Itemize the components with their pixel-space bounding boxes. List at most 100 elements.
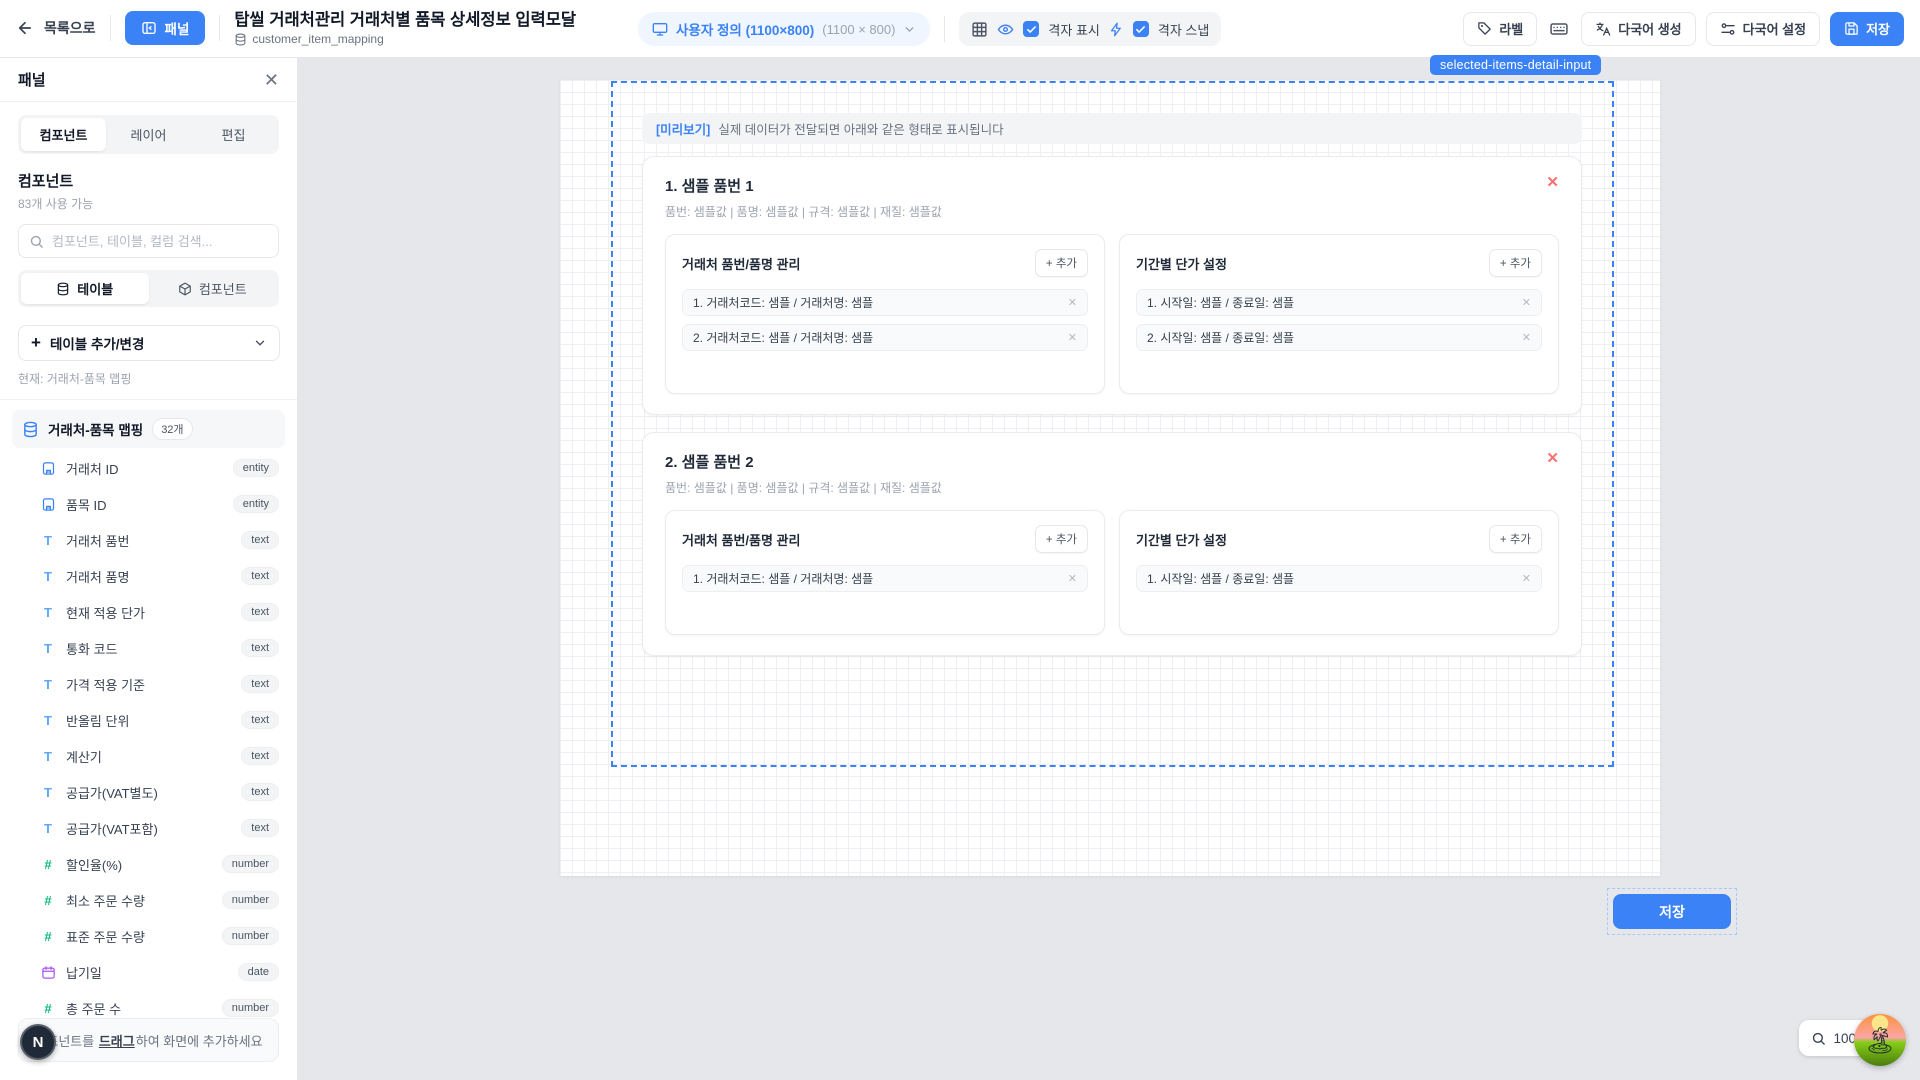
modal-save-button[interactable]: 저장 [1613,894,1731,929]
add-row-button[interactable]: + 추가 [1035,249,1088,277]
grid-show-label: 격자 표시 [1048,20,1099,39]
sub-panel-header: 기간별 단가 설정 + 추가 [1136,525,1542,553]
field-row[interactable]: # 할인율(%) number [0,846,297,882]
design-canvas[interactable]: [미리보기] 실제 데이터가 전달되면 아래와 같은 형태로 표시됩니다 1. … [560,80,1660,876]
sample-row-text: 2. 거래처코드: 샘플 / 거래처명: 샘플 [693,329,873,346]
save-toolbar-button[interactable]: 저장 [1830,12,1904,46]
preview-badge: [미리보기] [656,119,710,138]
card-panels: 거래처 품번/품명 관리 + 추가 1. 거래처코드: 샘플 / 거래처명: 샘… [665,510,1559,635]
label-button[interactable]: 라벨 [1463,12,1537,46]
panel-title: 패널 [18,69,46,90]
sample-item-card: 1. 샘플 품번 1 ✕ 품번: 샘플값 | 품명: 샘플값 | 규격: 샘플값… [642,156,1582,415]
text-field-icon: T [40,605,56,620]
field-row[interactable]: 납기일 date [0,954,297,990]
sub-panel-header: 거래처 품번/품명 관리 + 추가 [682,525,1088,553]
remove-row-icon[interactable]: ✕ [1522,331,1531,344]
field-row[interactable]: # 최소 주문 수량 number [0,882,297,918]
field-row[interactable]: T 공급가(VAT포함) text [0,810,297,846]
remove-row-icon[interactable]: ✕ [1522,572,1531,585]
field-row[interactable]: T 현재 적용 단가 text [0,594,297,630]
component-search[interactable] [18,224,279,258]
field-type-badge: number [222,855,279,873]
settings-sliders-icon [1720,21,1736,37]
eye-icon[interactable] [997,21,1014,38]
add-row-button[interactable]: + 추가 [1035,525,1088,553]
source-tab-tables[interactable]: 테이블 [21,273,149,304]
back-button[interactable]: 목록으로 [16,18,96,38]
viewport-select[interactable]: 사용자 정의 (1100×800) (1100 × 800) [638,12,930,46]
field-row[interactable]: T 계산기 text [0,738,297,774]
table-count-badge: 32개 [152,418,192,440]
field-row[interactable]: T 통화 코드 text [0,630,297,666]
field-type-badge: date [238,963,279,981]
add-table-button[interactable]: + 테이블 추가/변경 [18,325,280,361]
source-tab-components[interactable]: 컴포넌트 [149,273,277,304]
save-toolbar-label: 저장 [1866,19,1890,38]
keyboard-shortcuts-button[interactable] [1547,17,1571,41]
sub-panel: 거래처 품번/품명 관리 + 추가 1. 거래처코드: 샘플 / 거래처명: 샘… [665,510,1105,635]
grid-show-checkbox[interactable] [1023,21,1039,37]
field-row[interactable]: T 거래처 품명 text [0,558,297,594]
sub-panel-title: 기간별 단가 설정 [1136,530,1227,549]
field-type-badge: entity [233,495,279,513]
table-group-header[interactable]: 거래처-품목 맵핑 32개 [12,410,285,448]
drag-hint-text: 컴포넌트를 드래그하여 화면에 추가하세요 [34,1031,262,1050]
selection-outline[interactable]: [미리보기] 실제 데이터가 전달되면 아래와 같은 형태로 표시됩니다 1. … [611,81,1614,767]
text-field-icon: T [40,749,56,764]
close-icon[interactable]: ✕ [264,71,279,89]
remove-row-icon[interactable]: ✕ [1522,296,1531,309]
tab-layers[interactable]: 레이어 [106,118,191,151]
field-type-badge: text [241,567,279,585]
remove-item-icon[interactable]: ✕ [1546,451,1559,466]
field-label: 총 주문 수 [66,999,121,1018]
i18n-generate-button[interactable]: 다국어 생성 [1581,12,1695,46]
save-icon [1844,21,1859,36]
remove-row-icon[interactable]: ✕ [1068,331,1077,344]
remove-item-icon[interactable]: ✕ [1546,175,1559,190]
text-field-icon: T [40,713,56,728]
sample-row: 1. 거래처코드: 샘플 / 거래처명: 샘플 ✕ [682,289,1088,316]
remove-row-icon[interactable]: ✕ [1068,296,1077,309]
card-title: 2. 샘플 품번 2 [665,451,754,472]
field-label: 계산기 [66,747,102,766]
field-row[interactable]: 거래처 ID entity [0,450,297,486]
source-tab-tables-label: 테이블 [77,279,113,298]
field-row[interactable]: T 거래처 품번 text [0,522,297,558]
sample-row: 1. 시작일: 샘플 / 종료일: 샘플 ✕ [1136,565,1542,592]
field-row[interactable]: # 표준 주문 수량 number [0,918,297,954]
i18n-settings-button[interactable]: 다국어 설정 [1706,12,1820,46]
field-label: 표준 주문 수량 [66,927,145,946]
text-field-icon: T [40,641,56,656]
grid-snap-checkbox[interactable] [1133,21,1149,37]
table-source-name: customer_item_mapping [252,32,383,46]
preview-notice: [미리보기] 실제 데이터가 전달되면 아래와 같은 형태로 표시됩니다 [642,113,1582,144]
panel-header: 패널 ✕ [0,58,297,102]
field-row[interactable]: T 공급가(VAT별도) text [0,774,297,810]
field-row[interactable]: T 가격 적용 기준 text [0,666,297,702]
remove-row-icon[interactable]: ✕ [1068,572,1077,585]
field-row[interactable]: 품목 ID entity [0,486,297,522]
field-type-badge: text [241,819,279,837]
sub-panel: 기간별 단가 설정 + 추가 1. 시작일: 샘플 / 종료일: 샘플 ✕ [1119,510,1559,635]
field-row[interactable]: T 반올림 단위 text [0,702,297,738]
field-label: 공급가(VAT포함) [66,819,158,838]
field-label: 통화 코드 [66,639,117,658]
search-input[interactable] [52,234,268,249]
page-subtitle: customer_item_mapping [234,32,576,46]
add-row-button[interactable]: + 추가 [1489,525,1542,553]
sample-item-cards: 1. 샘플 품번 1 ✕ 품번: 샘플값 | 품명: 샘플값 | 규격: 샘플값… [642,156,1582,656]
save-button-selection: 저장 [1607,888,1737,935]
sample-row: 2. 거래처코드: 샘플 / 거래처명: 샘플 ✕ [682,324,1088,351]
field-list: 거래처 ID entity 품목 ID entity T 거래처 품번 text… [0,450,297,1026]
text-field-icon: T [40,533,56,548]
sample-row-text: 1. 시작일: 샘플 / 종료일: 샘플 [1147,294,1294,311]
tab-edit[interactable]: 편집 [191,118,276,151]
add-table-label: 테이블 추가/변경 [50,333,144,353]
current-table-label: 현재: 거래처-품목 맵핑 [18,370,279,387]
components-section-header: 컴포넌트 83개 사용 가능 [0,154,297,212]
add-row-button[interactable]: + 추가 [1489,249,1542,277]
lightning-icon[interactable] [1109,22,1124,37]
panel-toggle-button[interactable]: 패널 [125,11,206,45]
tab-components[interactable]: 컴포넌트 [21,118,106,151]
field-type-badge: text [241,711,279,729]
